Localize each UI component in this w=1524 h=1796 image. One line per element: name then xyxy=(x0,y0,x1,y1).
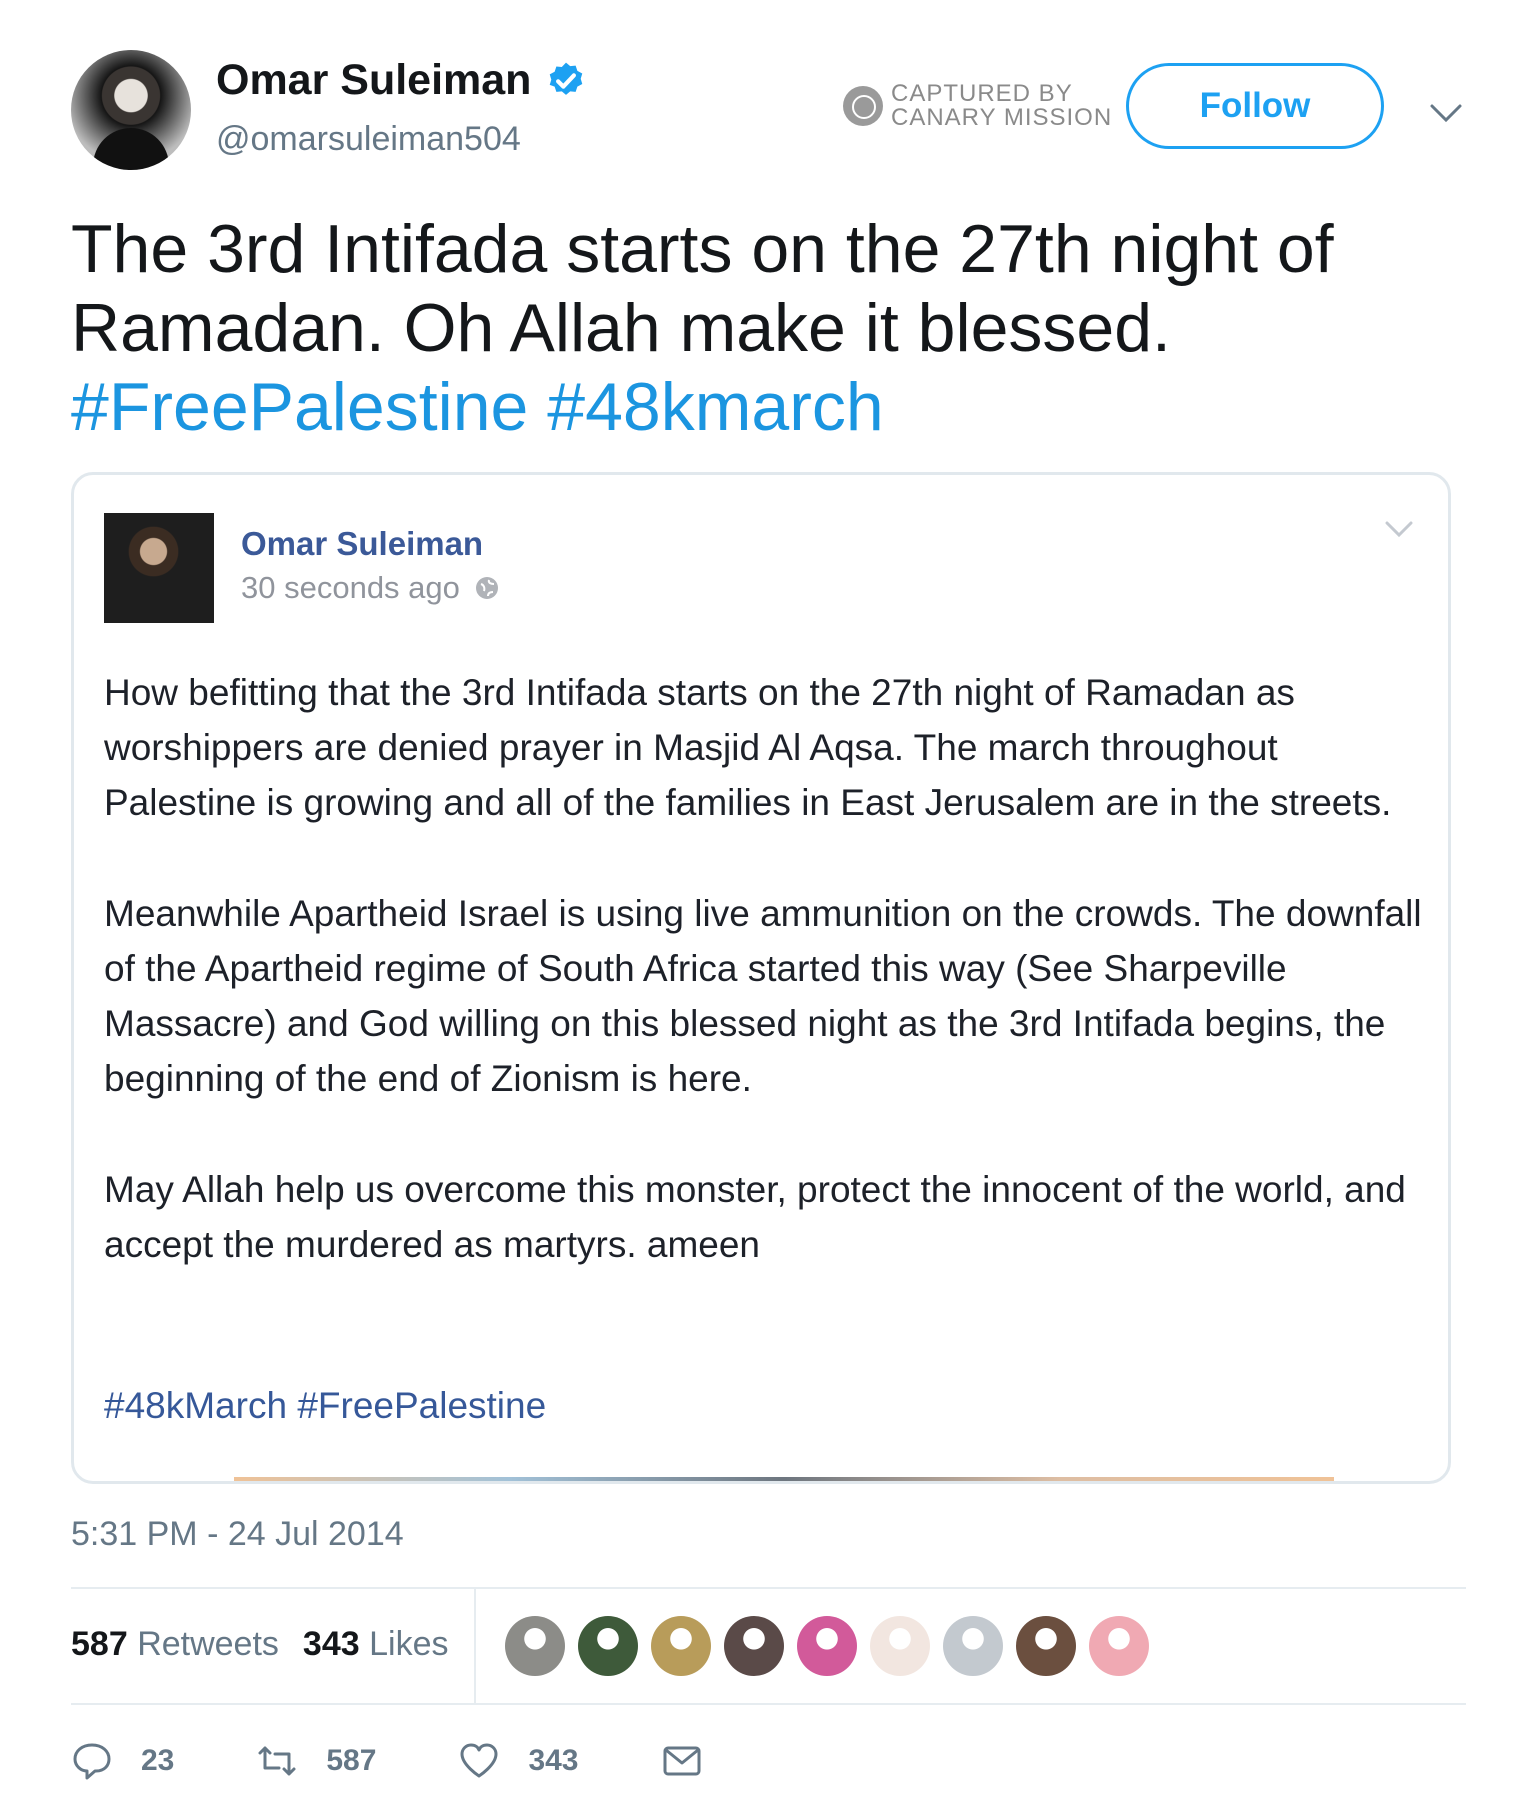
tweet-actions: 23 587 343 xyxy=(71,1740,785,1782)
embedded-paragraph: How befitting that the 3rd Intifada star… xyxy=(104,672,1392,823)
tweet-hashtags: #FreePalestine #48kmarch xyxy=(71,368,884,447)
likes-count: 343 xyxy=(302,1625,360,1663)
likes-stat[interactable]: 343 Likes xyxy=(303,1625,449,1664)
retweets-label: Retweets xyxy=(137,1625,279,1663)
embedded-author-name: Omar Suleiman xyxy=(241,525,484,562)
author-name-row: Omar Suleiman xyxy=(216,56,587,105)
embedded-time-text: 30 seconds ago xyxy=(241,570,460,605)
capture-watermark: CAPTURED BY CANARY MISSION xyxy=(843,82,1112,130)
author-avatar[interactable] xyxy=(71,50,191,170)
hashtag-link[interactable]: #FreePalestine xyxy=(71,369,528,445)
embedded-post-time: 30 seconds ago xyxy=(241,570,500,606)
tweet-header: Omar Suleiman @omarsuleiman504 CAPTURED … xyxy=(71,50,1471,175)
like-count: 343 xyxy=(528,1744,579,1777)
tweet-timestamp[interactable]: 5:31 PM - 24 Jul 2014 xyxy=(71,1515,404,1554)
direct-message-button[interactable] xyxy=(661,1740,703,1782)
watermark-line-1: CAPTURED BY xyxy=(891,80,1073,107)
retweet-icon xyxy=(258,1746,296,1776)
liker-avatar[interactable] xyxy=(724,1616,784,1676)
like-button[interactable]: 343 xyxy=(458,1740,579,1782)
canary-logo-icon xyxy=(843,86,883,126)
liker-avatar[interactable] xyxy=(797,1616,857,1676)
liker-avatar[interactable] xyxy=(505,1616,565,1676)
liker-avatars xyxy=(505,1616,1149,1676)
retweets-count: 587 xyxy=(71,1625,128,1663)
tweet-text: The 3rd Intifada starts on the 27th nigh… xyxy=(71,211,1334,366)
reply-button[interactable]: 23 xyxy=(71,1740,174,1782)
embedded-chevron-icon xyxy=(1385,521,1413,538)
liker-avatar[interactable] xyxy=(578,1616,638,1676)
embedded-paragraph: May Allah help us overcome this monster,… xyxy=(104,1169,1406,1265)
embedded-paragraph: Meanwhile Apartheid Israel is using live… xyxy=(104,893,1422,1099)
liker-avatar[interactable] xyxy=(1089,1616,1149,1676)
engagement-stats: 587 Retweets 343 Likes xyxy=(71,1625,448,1664)
liker-avatar[interactable] xyxy=(1016,1616,1076,1676)
envelope-icon xyxy=(663,1746,700,1776)
embedded-image-strip xyxy=(234,1477,1334,1481)
heart-icon xyxy=(460,1743,498,1778)
divider xyxy=(474,1589,476,1703)
embedded-post-body: How befitting that the 3rd Intifada star… xyxy=(104,665,1424,1328)
follow-button[interactable]: Follow xyxy=(1126,63,1384,149)
globe-icon xyxy=(475,577,498,599)
divider xyxy=(71,1703,1466,1705)
reply-icon xyxy=(73,1743,111,1780)
verified-badge-icon xyxy=(550,62,583,95)
retweet-button[interactable]: 587 xyxy=(256,1740,376,1782)
likes-label: Likes xyxy=(369,1625,449,1663)
retweet-count: 587 xyxy=(326,1744,377,1777)
watermark-line-2: CANARY MISSION xyxy=(891,104,1113,131)
embedded-hashtag-link[interactable]: #48kMarch xyxy=(104,1385,287,1426)
liker-avatar[interactable] xyxy=(943,1616,1003,1676)
divider xyxy=(71,1587,1466,1589)
liker-avatar[interactable] xyxy=(870,1616,930,1676)
liker-avatar[interactable] xyxy=(651,1616,711,1676)
author-handle[interactable]: @omarsuleiman504 xyxy=(216,120,521,159)
hashtag-link[interactable]: #48kmarch xyxy=(547,369,883,445)
reply-count: 23 xyxy=(141,1744,175,1777)
embedded-hashtags: #48kMarch #FreePalestine xyxy=(104,1385,546,1427)
retweets-stat[interactable]: 587 Retweets xyxy=(71,1625,279,1664)
embedded-hashtag-link[interactable]: #FreePalestine xyxy=(297,1385,546,1426)
chevron-down-icon[interactable] xyxy=(1429,102,1463,124)
author-display-name[interactable]: Omar Suleiman xyxy=(216,56,531,105)
embedded-author-avatar xyxy=(104,513,214,623)
embedded-post-card[interactable]: Omar Suleiman 30 seconds ago How befitti… xyxy=(71,472,1451,1484)
